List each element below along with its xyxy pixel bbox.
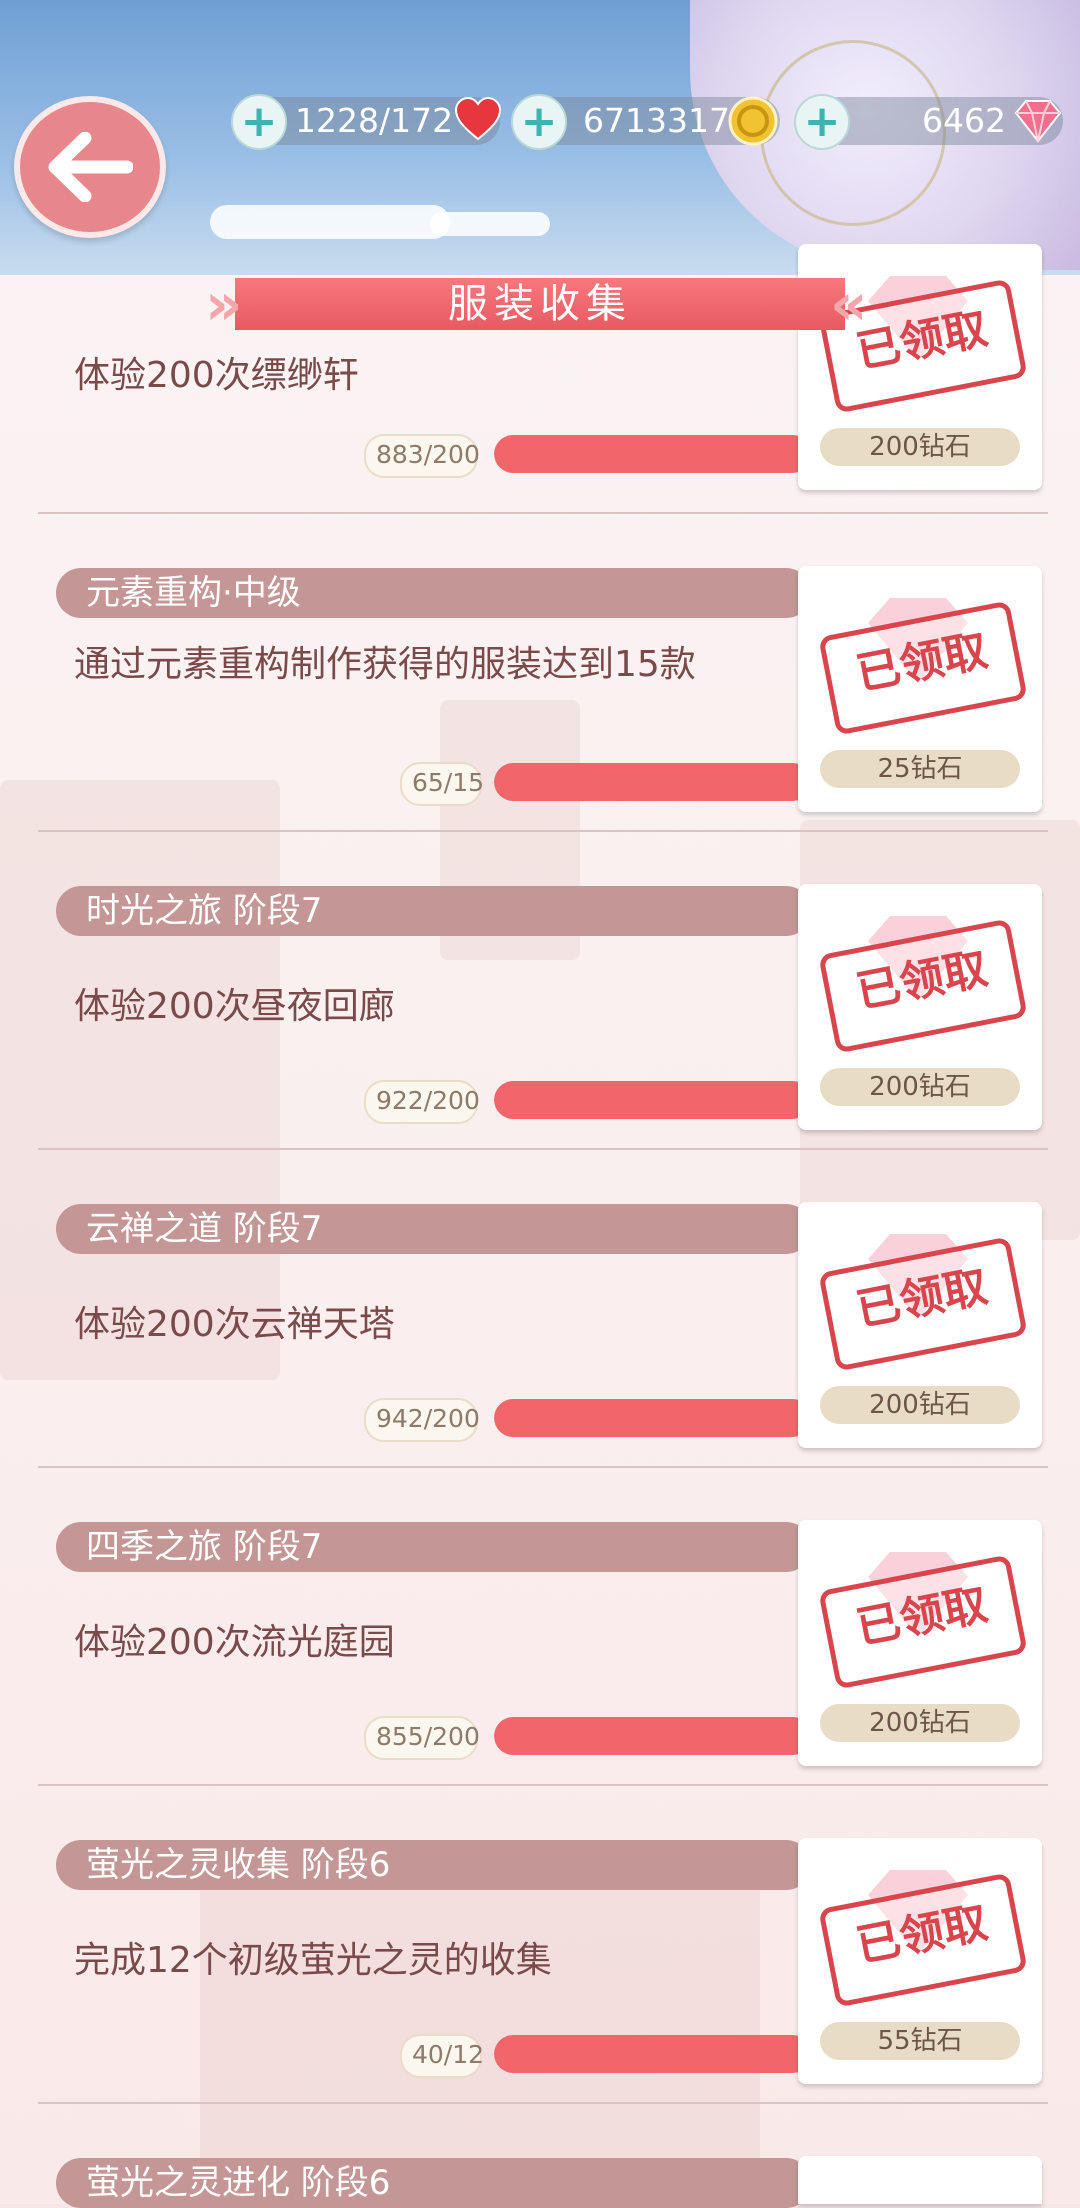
task-count: 65/15 bbox=[400, 762, 484, 806]
task-description: 体验200次流光庭园 bbox=[74, 1622, 395, 1663]
row-divider bbox=[38, 1466, 1048, 1468]
task-description: 体验200次昼夜回廊 bbox=[74, 986, 395, 1027]
arrow-left-icon bbox=[48, 132, 133, 202]
progress-fill bbox=[494, 1399, 812, 1437]
add-diamond-button[interactable]: + bbox=[794, 94, 850, 150]
reward-amount: 200钻石 bbox=[820, 1386, 1020, 1424]
diamond-icon bbox=[1014, 100, 1062, 143]
progress-fill bbox=[494, 435, 812, 473]
task-description: 完成12个初级萤光之灵的收集 bbox=[74, 1940, 552, 1981]
diamond-counter: + 6462 bbox=[794, 94, 1063, 150]
claimed-stamp: 已领取 bbox=[818, 1554, 1028, 1690]
progress-fill bbox=[494, 1081, 812, 1119]
row-divider bbox=[38, 1148, 1048, 1150]
task-description: 体验200次云禅天塔 bbox=[74, 1304, 395, 1345]
coin-value: 6713317 bbox=[583, 101, 730, 140]
progress-bar bbox=[494, 1717, 812, 1755]
plus-icon: + bbox=[240, 96, 278, 147]
task-category: 元素重构·中级 bbox=[56, 568, 811, 618]
reward-card[interactable]: 已领取 200钻石 bbox=[798, 1520, 1042, 1766]
reward-amount: 200钻石 bbox=[820, 428, 1020, 466]
row-divider bbox=[38, 512, 1048, 514]
progress-fill bbox=[494, 1717, 812, 1755]
heart-icon bbox=[454, 96, 502, 141]
reward-amount: 200钻石 bbox=[820, 1068, 1020, 1106]
progress-bar bbox=[494, 1399, 812, 1437]
task-description: 通过元素重构制作获得的服装达到15款 bbox=[74, 644, 696, 685]
task-count: 883/200 bbox=[364, 434, 480, 478]
progress-bar bbox=[494, 1081, 812, 1119]
claimed-stamp: 已领取 bbox=[818, 600, 1028, 736]
row-divider bbox=[38, 1784, 1048, 1786]
task-category: 萤光之灵进化 阶段6 bbox=[56, 2158, 811, 2208]
reward-amount: 25钻石 bbox=[820, 750, 1020, 788]
task-count: 922/200 bbox=[364, 1080, 480, 1124]
row-divider bbox=[38, 830, 1048, 832]
task-count: 855/200 bbox=[364, 1716, 480, 1760]
add-stamina-button[interactable]: + bbox=[231, 94, 287, 150]
task-category: 四季之旅 阶段7 bbox=[56, 1522, 811, 1572]
plus-icon: + bbox=[520, 96, 558, 147]
progress-bar bbox=[494, 2035, 812, 2073]
title-banner: » « 服装收集 bbox=[205, 274, 875, 334]
claimed-stamp: 已领取 bbox=[818, 1236, 1028, 1372]
task-count: 40/12 bbox=[400, 2034, 484, 2078]
progress-fill bbox=[494, 763, 812, 801]
back-button[interactable] bbox=[14, 96, 166, 238]
claimed-stamp: 已领取 bbox=[818, 918, 1028, 1054]
reward-card[interactable] bbox=[798, 2156, 1042, 2204]
claimed-stamp: 已领取 bbox=[818, 1872, 1028, 2008]
stamina-value: 1228/172 bbox=[295, 101, 454, 140]
reward-card[interactable]: 已领取 55钻石 bbox=[798, 1838, 1042, 2084]
reward-card[interactable]: 已领取 200钻石 bbox=[798, 1202, 1042, 1448]
task-category: 萤光之灵收集 阶段6 bbox=[56, 1840, 811, 1890]
plus-icon: + bbox=[803, 96, 841, 147]
gold-coin-icon bbox=[728, 96, 778, 146]
progress-fill bbox=[494, 2035, 812, 2073]
progress-bar bbox=[494, 763, 812, 801]
diamond-value: 6462 bbox=[922, 101, 1006, 140]
task-category: 云禅之道 阶段7 bbox=[56, 1204, 811, 1254]
building-silhouette bbox=[200, 1850, 760, 2204]
add-coin-button[interactable]: + bbox=[511, 94, 567, 150]
progress-bar bbox=[494, 435, 812, 473]
row-divider bbox=[38, 2102, 1048, 2104]
reward-card[interactable]: 已领取 25钻石 bbox=[798, 566, 1042, 812]
task-category: 时光之旅 阶段7 bbox=[56, 886, 811, 936]
task-description: 体验200次缥缈轩 bbox=[74, 355, 359, 396]
task-count: 942/200 bbox=[364, 1398, 480, 1442]
reward-amount: 200钻石 bbox=[820, 1704, 1020, 1742]
page-title: 服装收集 bbox=[448, 281, 632, 327]
stamina-counter: + 1228/172 bbox=[231, 94, 502, 150]
top-bar: + 1228/172 + 6713317 + 6462 bbox=[0, 0, 1080, 275]
building-silhouette bbox=[0, 780, 280, 1380]
coin-counter: + 6713317 bbox=[511, 94, 780, 150]
reward-card[interactable]: 已领取 200钻石 bbox=[798, 884, 1042, 1130]
reward-amount: 55钻石 bbox=[820, 2022, 1020, 2060]
